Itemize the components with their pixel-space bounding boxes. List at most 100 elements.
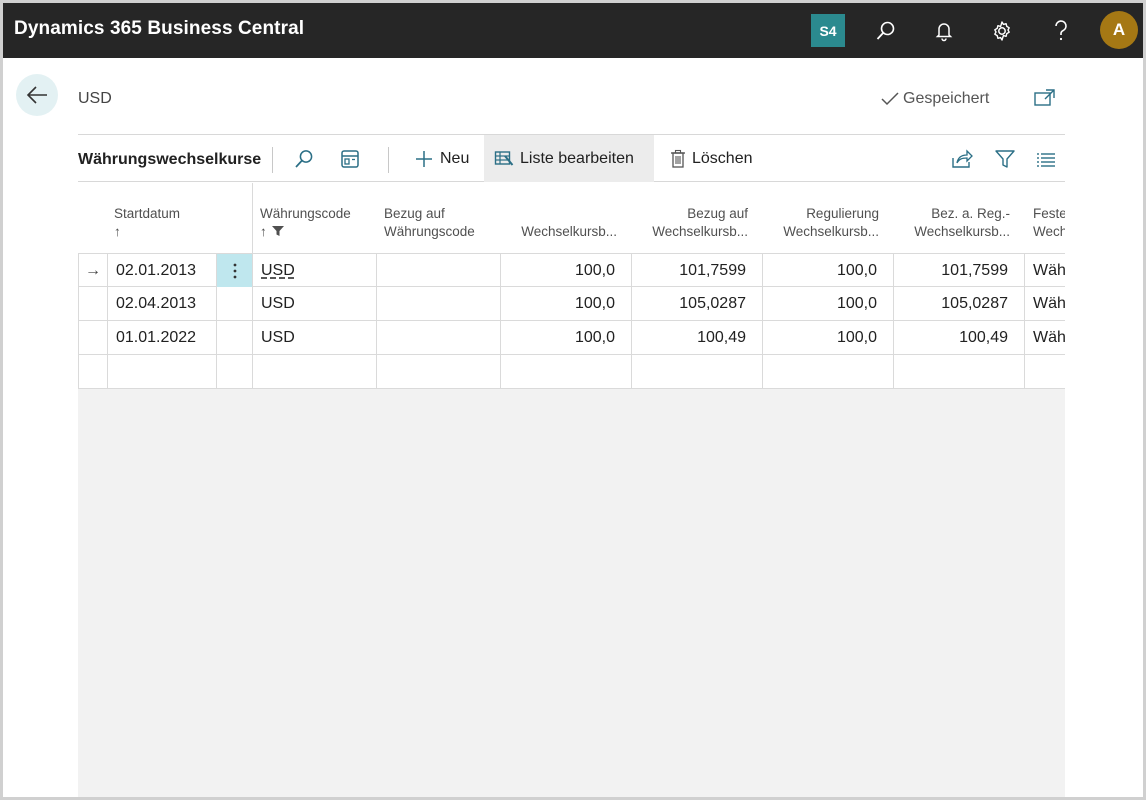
currency-code-cell[interactable]: USD bbox=[253, 287, 377, 320]
currency-code-link[interactable]: USD bbox=[261, 262, 295, 280]
column-header-label: Feste bbox=[1033, 206, 1065, 221]
search-icon[interactable] bbox=[871, 16, 901, 46]
column-header-label: Wechselkursb... bbox=[914, 224, 1010, 239]
currency-code-cell[interactable] bbox=[253, 355, 377, 388]
column-header-adjustment-rate[interactable]: Regulierung Wechselkursb... bbox=[764, 183, 895, 253]
help-icon[interactable] bbox=[1046, 16, 1076, 46]
column-header-label: Währungscode bbox=[384, 224, 475, 239]
start-date-cell[interactable]: 01.01.2022 bbox=[108, 321, 217, 354]
column-header-start-date[interactable]: Startdatum ↑ bbox=[114, 183, 252, 253]
table-row[interactable]: 02.04.2013 USD 100,0 105,0287 100,0 105,… bbox=[78, 287, 1065, 321]
layout-icon[interactable] bbox=[336, 146, 364, 172]
share-icon[interactable] bbox=[948, 146, 976, 172]
avatar[interactable]: A bbox=[1100, 11, 1138, 49]
filter-icon[interactable] bbox=[991, 146, 1019, 172]
arrow-left-icon bbox=[26, 86, 47, 104]
column-header-label: Wechselkursb... bbox=[521, 224, 617, 239]
relational-rate-cell[interactable] bbox=[632, 355, 763, 388]
relational-rate-cell[interactable]: 100,49 bbox=[632, 321, 763, 354]
top-bar: Dynamics 365 Business Central S4 A bbox=[3, 3, 1143, 58]
divider bbox=[272, 147, 273, 173]
filter-active-icon bbox=[271, 226, 284, 236]
column-header-label: Wech bbox=[1033, 224, 1065, 239]
table-row[interactable]: → 02.01.2013 USD 100,0 101,7599 100,0 10… bbox=[78, 253, 1065, 287]
fixed-rate-cell[interactable]: Wäh bbox=[1025, 254, 1065, 287]
adjustment-rate-cell[interactable]: 100,0 bbox=[763, 287, 894, 320]
column-header-currency-code[interactable]: Währungscode ↑ bbox=[260, 183, 378, 253]
fixed-rate-cell[interactable]: Wäh bbox=[1025, 321, 1065, 354]
app-frame: Dynamics 365 Business Central S4 A USD G… bbox=[0, 0, 1146, 800]
empty-new-row[interactable] bbox=[78, 355, 1065, 389]
column-header-label: Startdatum bbox=[114, 206, 181, 221]
fixed-rate-cell[interactable]: Wäh bbox=[1025, 287, 1065, 320]
exchange-rate-cell[interactable]: 100,0 bbox=[501, 321, 632, 354]
relational-rate-cell[interactable]: 101,7599 bbox=[632, 254, 763, 287]
fixed-rate-cell[interactable] bbox=[1025, 355, 1065, 388]
column-header-label: Wechselkursb... bbox=[652, 224, 748, 239]
relational-code-cell[interactable] bbox=[377, 254, 501, 287]
table-row[interactable]: 01.01.2022 USD 100,0 100,49 100,0 100,49… bbox=[78, 321, 1065, 355]
delete-button[interactable]: Löschen bbox=[660, 135, 763, 182]
start-date-cell[interactable]: 02.01.2013 bbox=[108, 254, 217, 287]
relational-code-cell[interactable] bbox=[377, 287, 501, 320]
row-menu-slot bbox=[217, 355, 253, 388]
adjustment-rate-cell[interactable] bbox=[763, 355, 894, 388]
column-header-label: Währungscode bbox=[260, 206, 351, 221]
action-bar: Währungswechselkurse Neu Liste bearbeite… bbox=[78, 134, 1065, 182]
row-indicator bbox=[78, 355, 108, 388]
column-header-label: Bez. a. Reg.- bbox=[931, 206, 1010, 221]
edit-list-button[interactable]: Liste bearbeiten bbox=[484, 135, 654, 182]
plus-icon bbox=[416, 150, 432, 167]
column-header-label: Wechselkursb... bbox=[783, 224, 879, 239]
edit-grid-icon bbox=[494, 150, 514, 166]
row-menu-slot bbox=[217, 287, 253, 320]
start-date-cell[interactable] bbox=[108, 355, 217, 388]
relational-adjustment-rate-cell[interactable]: 100,49 bbox=[894, 321, 1025, 354]
exchange-rate-cell[interactable] bbox=[501, 355, 632, 388]
bell-icon[interactable] bbox=[929, 16, 959, 46]
column-header-label: Bezug auf bbox=[687, 206, 748, 221]
app-title[interactable]: Dynamics 365 Business Central bbox=[14, 18, 304, 40]
row-indicator bbox=[78, 321, 108, 354]
exchange-rate-cell[interactable]: 100,0 bbox=[501, 254, 632, 287]
exchange-rate-cell[interactable]: 100,0 bbox=[501, 287, 632, 320]
saved-status: Gespeichert bbox=[880, 90, 989, 108]
company-badge[interactable]: S4 bbox=[811, 14, 845, 47]
grid-rows: → 02.01.2013 USD 100,0 101,7599 100,0 10… bbox=[78, 253, 1065, 389]
column-header-relational-code[interactable]: Bezug auf Währungscode bbox=[384, 183, 508, 253]
relational-adjustment-rate-cell[interactable] bbox=[894, 355, 1025, 388]
column-header-exchange-rate[interactable]: Wechselkursb... bbox=[502, 183, 633, 253]
relational-rate-cell[interactable]: 105,0287 bbox=[632, 287, 763, 320]
row-indicator bbox=[78, 287, 108, 320]
relational-code-cell[interactable] bbox=[377, 355, 501, 388]
currency-code-cell[interactable]: USD bbox=[253, 321, 377, 354]
column-divider bbox=[252, 183, 253, 253]
relational-adjustment-rate-cell[interactable]: 105,0287 bbox=[894, 287, 1025, 320]
column-header-relational-rate[interactable]: Bezug auf Wechselkursb... bbox=[633, 183, 764, 253]
search-list-icon[interactable] bbox=[290, 146, 318, 172]
relational-adjustment-rate-cell[interactable]: 101,7599 bbox=[894, 254, 1025, 287]
new-button[interactable]: Neu bbox=[404, 135, 479, 182]
relational-code-cell[interactable] bbox=[377, 321, 501, 354]
list-view-icon[interactable] bbox=[1032, 146, 1060, 172]
divider bbox=[388, 147, 389, 173]
column-header-label bbox=[502, 205, 617, 223]
column-header-label: Regulierung bbox=[806, 206, 879, 221]
adjustment-rate-cell[interactable]: 100,0 bbox=[763, 321, 894, 354]
column-header-relational-adjustment-rate[interactable]: Bez. a. Reg.- Wechselkursb... bbox=[895, 183, 1026, 253]
grid-header: Startdatum ↑ Währungscode ↑ Bezug auf Wä… bbox=[78, 183, 1065, 253]
checkmark-icon bbox=[881, 92, 899, 106]
row-menu-button[interactable] bbox=[217, 254, 253, 287]
sort-asc-icon: ↑ bbox=[114, 224, 121, 239]
column-header-fixed-rate[interactable]: Feste Wech bbox=[1033, 183, 1065, 253]
more-vertical-icon bbox=[233, 263, 236, 278]
currency-code-cell[interactable]: USD bbox=[253, 254, 377, 287]
sort-asc-icon: ↑ bbox=[260, 224, 267, 239]
column-header-icons: ↑ bbox=[260, 223, 378, 241]
gear-icon[interactable] bbox=[987, 16, 1017, 46]
back-button[interactable] bbox=[16, 74, 58, 116]
start-date-cell[interactable]: 02.04.2013 bbox=[108, 287, 217, 320]
adjustment-rate-cell[interactable]: 100,0 bbox=[763, 254, 894, 287]
popout-icon[interactable] bbox=[1033, 88, 1057, 108]
row-menu-slot bbox=[217, 321, 253, 354]
